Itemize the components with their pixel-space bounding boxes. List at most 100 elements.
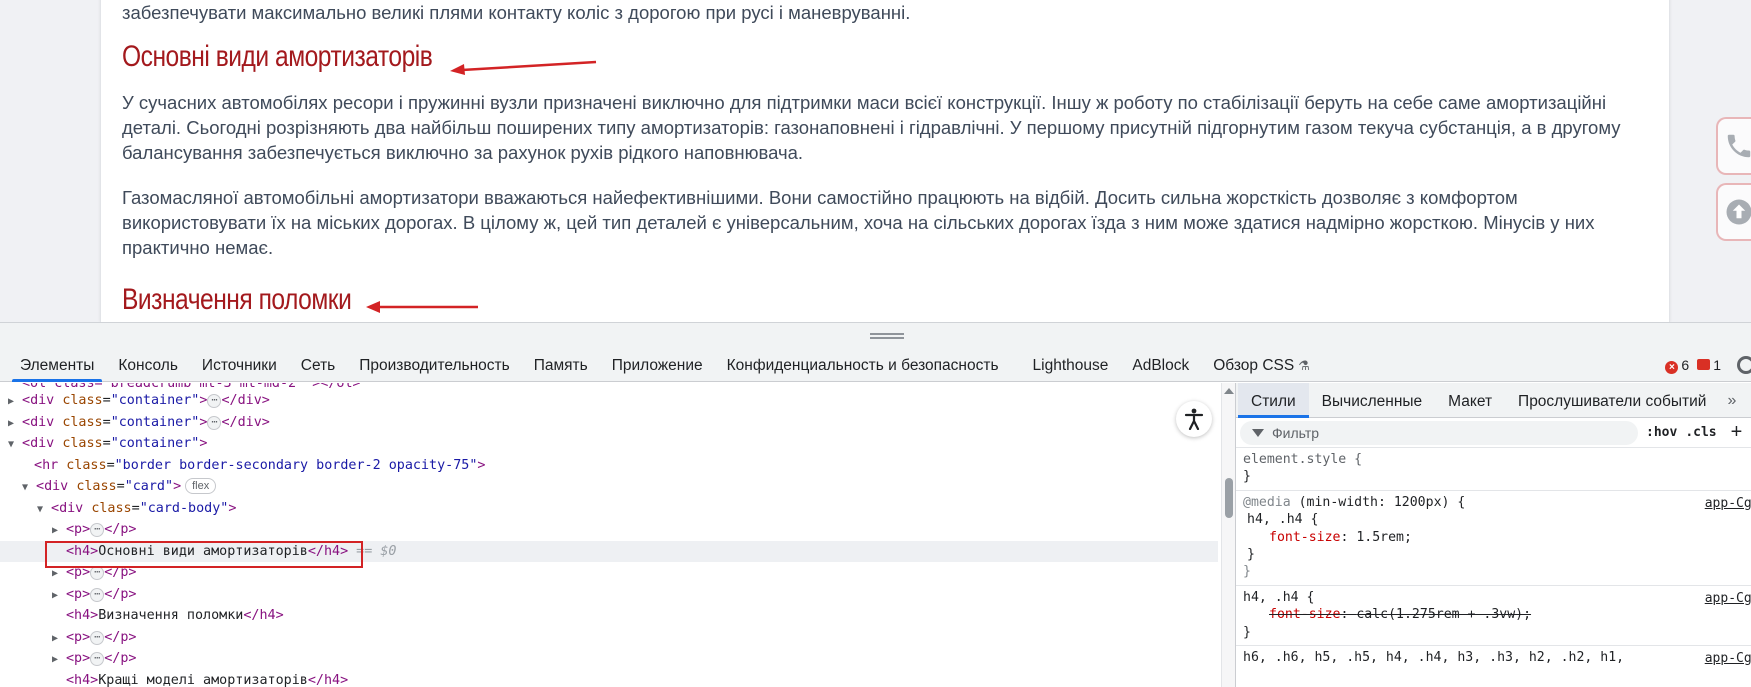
tree-row-h4[interactable]: <h4>Визначення поломки</h4> [0,605,1218,627]
heading-breakdown: Визначення поломки [122,283,352,316]
tree-row-p[interactable]: ▶ <p> ⋯ </p> [0,584,1218,606]
cls-toggle[interactable]: .cls [1685,425,1716,440]
more-tabs-icon[interactable]: » [1719,383,1744,418]
attr-name: class [62,436,103,451]
rule-h4[interactable]: h4, .h4 { font-size: calc(1.275rem + .3v… [1236,586,1751,647]
subtab-layout[interactable]: Макет [1435,383,1505,418]
tree-row-p[interactable]: ▶ <p> ⋯ </p> [0,519,1218,541]
rule-source-link[interactable]: app-CgMzWh [1705,495,1751,512]
error-count: × 6 [1665,357,1689,374]
collapsed-ellipsis[interactable]: ⋯ [90,652,105,666]
hov-toggle[interactable]: :hov [1646,425,1677,440]
elements-tree: <ol class="breadcrumb mt-3 mt-md-2 "></o… [0,383,1220,687]
scroll-top-button[interactable] [1716,183,1751,241]
tree-scrollbar[interactable] [1221,383,1235,687]
tree-row-container-1[interactable]: ▶ <div class="container"> ⋯ </div> [0,390,1218,412]
rule-element-style[interactable]: element.style { } [1236,448,1751,491]
rule-source-link[interactable]: app-CgMzWh [1705,590,1751,607]
scroll-thumb[interactable] [1225,478,1233,518]
scroll-up-icon[interactable] [1224,388,1234,394]
expand-arrow-icon[interactable]: ▶ [52,628,66,650]
tree-row-container-2[interactable]: ▶ <div class="container"> ⋯ </div> [0,412,1218,434]
tab-css-overview-label: Обзор CSS [1213,356,1295,374]
expand-arrow-icon[interactable]: ▶ [52,649,66,671]
rule-media-h4[interactable]: @media (min-width: 1200px) { h4, .h4 { f… [1236,491,1751,586]
tag-name: div [30,436,55,451]
tree-row-h4[interactable]: <h4>Кращі моделі амортизаторів</h4> [0,670,1218,687]
accessibility-tree-button[interactable] [1176,401,1212,437]
rule-headings[interactable]: h6, .h6, h5, .h5, h4, .h4, h3, .h3, h2, … [1236,646,1751,670]
tag-name: div [59,500,84,516]
annotation-arrow-2 [366,301,478,313]
subtab-event-listeners[interactable]: Прослушиватели событий [1505,383,1719,418]
tree-row-card-body[interactable]: ▼ <div class="card-body"> [0,498,1218,520]
tab-lighthouse[interactable]: Lighthouse [1021,348,1121,382]
subtab-computed[interactable]: Вычисленные [1309,383,1436,418]
h4-text: Визначення поломки [98,608,244,623]
css-value[interactable]: calc(1.275rem + .3vw); [1356,607,1531,622]
expand-arrow-icon[interactable]: ▶ [8,391,22,413]
tag-name: div [30,414,55,430]
expand-arrow-icon[interactable]: ▶ [8,413,22,435]
tab-css-overview[interactable]: Обзор CSS ⚗ [1201,348,1322,382]
attr-name: class [66,457,107,473]
issues-counter[interactable]: × 6 1 [1665,348,1721,382]
attr-name: class [62,414,103,430]
attr-name: class [62,393,103,408]
rule-selector: h4, .h4 { [1247,512,1319,528]
tree-row-container-3[interactable]: ▼ <div class="container"> [0,433,1218,455]
styles-pane: Стили Вычисленные Макет Прослушиватели с… [1236,383,1751,687]
collapse-arrow-icon[interactable]: ▼ [37,499,51,521]
error-count-value: 6 [1681,356,1690,373]
collapsed-ellipsis[interactable]: ⋯ [90,523,105,537]
collapse-arrow-icon[interactable]: ▼ [8,434,22,456]
expand-arrow-icon[interactable]: ▶ [52,585,66,607]
rule-close: } [1247,547,1255,563]
tab-memory[interactable]: Память [522,348,600,382]
collapsed-ellipsis[interactable]: ⋯ [90,587,105,602]
tab-privacy-security[interactable]: Конфиденциальность и безопасность [715,348,1011,382]
close-tag: </p> [104,629,137,645]
error-icon: × [1665,360,1679,374]
subtab-styles[interactable]: Стили [1238,383,1309,418]
resize-grip-icon[interactable] [870,333,904,339]
intro-paragraph-tail: забезпечувати максимально великі плями к… [122,2,911,23]
phone-button[interactable] [1716,117,1751,175]
rule-source-link[interactable]: app-CgMzWh [1705,650,1751,667]
tab-network[interactable]: Сеть [289,348,347,382]
tab-sources[interactable]: Источники [190,348,289,382]
collapse-arrow-icon[interactable]: ▼ [22,477,36,499]
attr-value: "border border-secondary border-2 opacit… [114,457,478,473]
expand-arrow-icon[interactable]: ▶ [52,520,66,542]
tag-name: div [30,393,55,408]
rule-close: } [1243,624,1251,640]
collapsed-ellipsis[interactable]: ⋯ [207,394,222,408]
collapsed-ellipsis[interactable]: ⋯ [90,630,105,645]
new-rule-icon[interactable]: + [1731,421,1743,444]
collapsed-ellipsis[interactable]: ⋯ [207,415,222,430]
css-value[interactable]: 1.5rem; [1356,530,1412,545]
tab-console[interactable]: Консоль [106,348,190,382]
css-property[interactable]: font-size [1269,530,1340,545]
tree-row-p[interactable]: ▶ <p> ⋯ </p> [0,648,1218,670]
tab-elements[interactable]: Элементы [8,348,106,382]
css-property[interactable]: font-size [1269,607,1340,622]
open-tag: <p> [66,586,91,602]
tree-row-p[interactable]: ▶ <p> ⋯ </p> [0,627,1218,649]
tree-row-hr[interactable]: <hr class="border border-secondary borde… [0,455,1218,477]
tree-row-card[interactable]: ▼ <div class="card"> flex [0,476,1218,498]
attr-value: "container" [110,436,200,451]
accessibility-icon [1184,408,1204,430]
attr-value: "container" [110,393,200,408]
gear-icon[interactable] [1737,356,1751,374]
tab-performance[interactable]: Производительность [347,348,521,382]
devtools-resizer[interactable] [0,322,1751,348]
close-tag: </p> [104,586,137,602]
tag-name: hr [42,457,59,473]
tab-adblock[interactable]: AdBlock [1120,348,1201,382]
flex-badge[interactable]: flex [185,478,217,494]
collapsed-ellipsis[interactable]: ⋯ [90,566,105,580]
attr-value: "card" [124,479,174,494]
styles-filter-input[interactable]: Фильтр [1240,420,1638,445]
tab-application[interactable]: Приложение [600,348,715,382]
